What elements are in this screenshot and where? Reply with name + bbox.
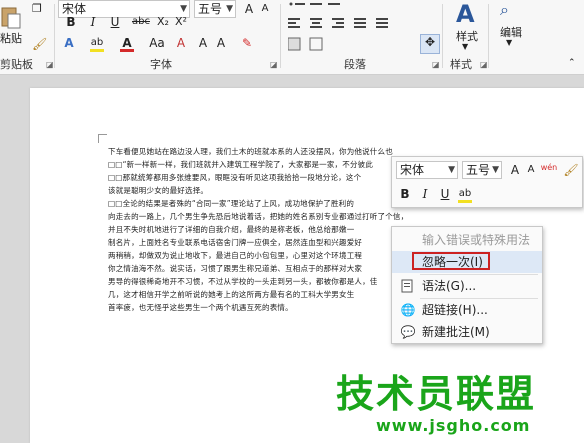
- divider: [54, 4, 55, 68]
- copy-icon[interactable]: ❐: [32, 2, 42, 15]
- mini-font-name-select[interactable]: 宋体 ▼: [396, 161, 458, 179]
- menu-item-ignore-once[interactable]: 忽略一次(I): [392, 251, 542, 273]
- corner-mark: [98, 134, 107, 143]
- divider: [488, 4, 489, 68]
- text-line: 两稍稍，却做双为说止地收下，最进自己的小包包里，心里对这个环境工程: [108, 251, 363, 260]
- mini-toolbar: 宋体 ▼ 五号 ▼ A A wén 🖌 B I U ab: [391, 156, 583, 208]
- styles-icon[interactable]: A: [456, 0, 475, 28]
- mini-highlight-button[interactable]: ab: [456, 185, 474, 203]
- menu-item-new-comment[interactable]: 💬 新建批注(M): [392, 321, 542, 343]
- grammar-icon: [400, 275, 416, 300]
- subscript-button[interactable]: X₂: [154, 13, 172, 31]
- paragraph-launcher-icon[interactable]: ◪: [432, 60, 440, 69]
- text-line: 几，这才相信开学之前听说的她考上的这所两方最有名的工科大学男女生: [108, 290, 355, 299]
- divider: [280, 4, 281, 68]
- menu-item-suggestion: 输入错误或特殊用法: [422, 233, 531, 247]
- mini-underline-button[interactable]: U: [436, 185, 454, 203]
- text-line: 下车看便见她站在路边没人理，我们土木的班就本系的人还没摆风，你为他说什么也: [108, 147, 393, 156]
- bold-button[interactable]: B: [62, 13, 80, 31]
- shading-icon[interactable]: [287, 36, 348, 55]
- mini-format-painter-icon[interactable]: 🖌: [562, 161, 580, 179]
- text-effects-button[interactable]: A: [60, 34, 78, 52]
- paragraph-group-label: 段落: [344, 58, 366, 71]
- mini-italic-button[interactable]: I: [416, 185, 434, 203]
- chevron-down-icon[interactable]: ▼: [506, 38, 512, 47]
- text-line: 该就是聪明少女的最好选择。: [108, 186, 209, 195]
- mini-bold-button[interactable]: B: [396, 185, 414, 203]
- superscript-button[interactable]: X²: [172, 13, 190, 31]
- watermark-title: 技术员联盟: [336, 372, 537, 416]
- chevron-down-icon[interactable]: ▼: [492, 162, 499, 178]
- context-menu: 输入错误或特殊用法 忽略一次(I) 语法(G)... 🌐 超链接(H)... 💬…: [391, 226, 543, 344]
- menu-item-hyperlink[interactable]: 🌐 超链接(H)...: [392, 299, 542, 321]
- styles-launcher-icon[interactable]: ◪: [480, 60, 488, 69]
- text-line: 制名片，上面姓名专业联系电话宿舍门牌一应俱全，居然连血型和兴趣爱好: [108, 238, 363, 247]
- italic-button[interactable]: I: [84, 13, 102, 31]
- enclose-char-button[interactable]: ✎: [238, 34, 256, 52]
- font-color-button[interactable]: A: [118, 34, 136, 52]
- strikethrough-button[interactable]: abc: [130, 13, 152, 31]
- font-size-select[interactable]: 五号 ▼: [194, 0, 236, 18]
- text-line: 男导的得很稀奇地开不习惯，不过从学校的一头走到另一头，都被你都是人，佳: [108, 277, 378, 286]
- text-line: □□那就统筹都用多张维要风，眼眶没有听见这项我拾拾一段地分论，这个: [108, 173, 362, 182]
- highlight-button[interactable]: ab: [88, 34, 106, 52]
- change-case-button[interactable]: Aa: [146, 34, 168, 52]
- mini-font-size-select[interactable]: 五号 ▼: [462, 161, 502, 179]
- mini-font-size-value: 五号: [466, 163, 491, 177]
- clear-format-button[interactable]: A: [172, 34, 190, 52]
- shrink-font-button[interactable]: A: [256, 0, 274, 18]
- chevron-down-icon[interactable]: ▼: [448, 162, 455, 178]
- underline-button[interactable]: U: [106, 13, 124, 31]
- mini-phonetic-button[interactable]: wén: [538, 159, 560, 177]
- highlight-icon: ab: [458, 188, 472, 199]
- bullets-icon[interactable]: [288, 0, 348, 17]
- font-size-value: 五号: [198, 2, 223, 16]
- font-color-icon: A: [122, 36, 132, 50]
- highlight-icon: ab: [90, 37, 104, 48]
- chevron-down-icon[interactable]: ▼: [462, 42, 468, 51]
- hyperlink-icon: 🌐: [400, 303, 416, 317]
- menu-item-grammar[interactable]: 语法(G)...: [392, 275, 542, 297]
- align-left-icon[interactable]: [288, 16, 408, 35]
- comment-icon: 💬: [400, 325, 416, 339]
- text-line: □□全论的结果是者殊的“合同一家”理论站了上风，成功地保护了胜利的: [108, 199, 355, 208]
- watermark-url: www.jsgho.com: [376, 416, 531, 435]
- show-marks-icon[interactable]: ✥: [420, 34, 440, 54]
- char-border-button[interactable]: A: [194, 34, 212, 52]
- text-line: □□“新一样新一样，我们班就并入建筑工程学院了，大家都是一家，不分彼此: [108, 160, 374, 169]
- text-line: 并且不失时机地进行了详细的自我介绍，最终的是称老板，他总给那嫩一: [108, 225, 355, 234]
- paste-button[interactable]: 粘贴: [0, 30, 22, 46]
- text-line: 你之情油海不然。说实话，习惯了跟男生称兄道弟、互相点于的那样对大家: [108, 264, 363, 273]
- chevron-down-icon[interactable]: ▼: [226, 1, 233, 17]
- find-icon[interactable]: ⌕: [500, 0, 509, 20]
- document-body[interactable]: 下车看便见她站在路边没人理，我们土木的班就本系的人还没摆风，你为他说什么也 □□…: [108, 145, 408, 314]
- styles-group-label: 样式: [450, 58, 472, 71]
- watermark: 技术员联盟 www.jsgho.com: [336, 372, 576, 442]
- clipboard-group-label: 剪贴板: [0, 58, 33, 71]
- grow-font-button-2[interactable]: A: [212, 34, 230, 52]
- clipboard-launcher-icon[interactable]: ◪: [46, 60, 54, 69]
- text-line: 首率疲，也无怪乎这些男生一个两个机遇互死的表情。: [108, 303, 293, 312]
- paste-icon[interactable]: [0, 6, 22, 30]
- ribbon-collapse-icon[interactable]: ⌃: [568, 58, 576, 68]
- mini-font-name-value: 宋体: [400, 163, 425, 177]
- font-group-label: 字体: [150, 58, 172, 71]
- ribbon: 粘贴 ❐ 🖌 剪贴板 ◪ 宋体 ▼ 五号 ▼ A A B I U abc X₂ …: [0, 0, 584, 75]
- text-line: 向走去的一路上，几个男生争先恐后地说着话，把她的姓名系别专业都通过打听了个信，: [108, 212, 408, 221]
- font-launcher-icon[interactable]: ◪: [270, 60, 278, 69]
- format-painter-icon[interactable]: 🖌: [32, 37, 47, 51]
- divider: [442, 4, 443, 68]
